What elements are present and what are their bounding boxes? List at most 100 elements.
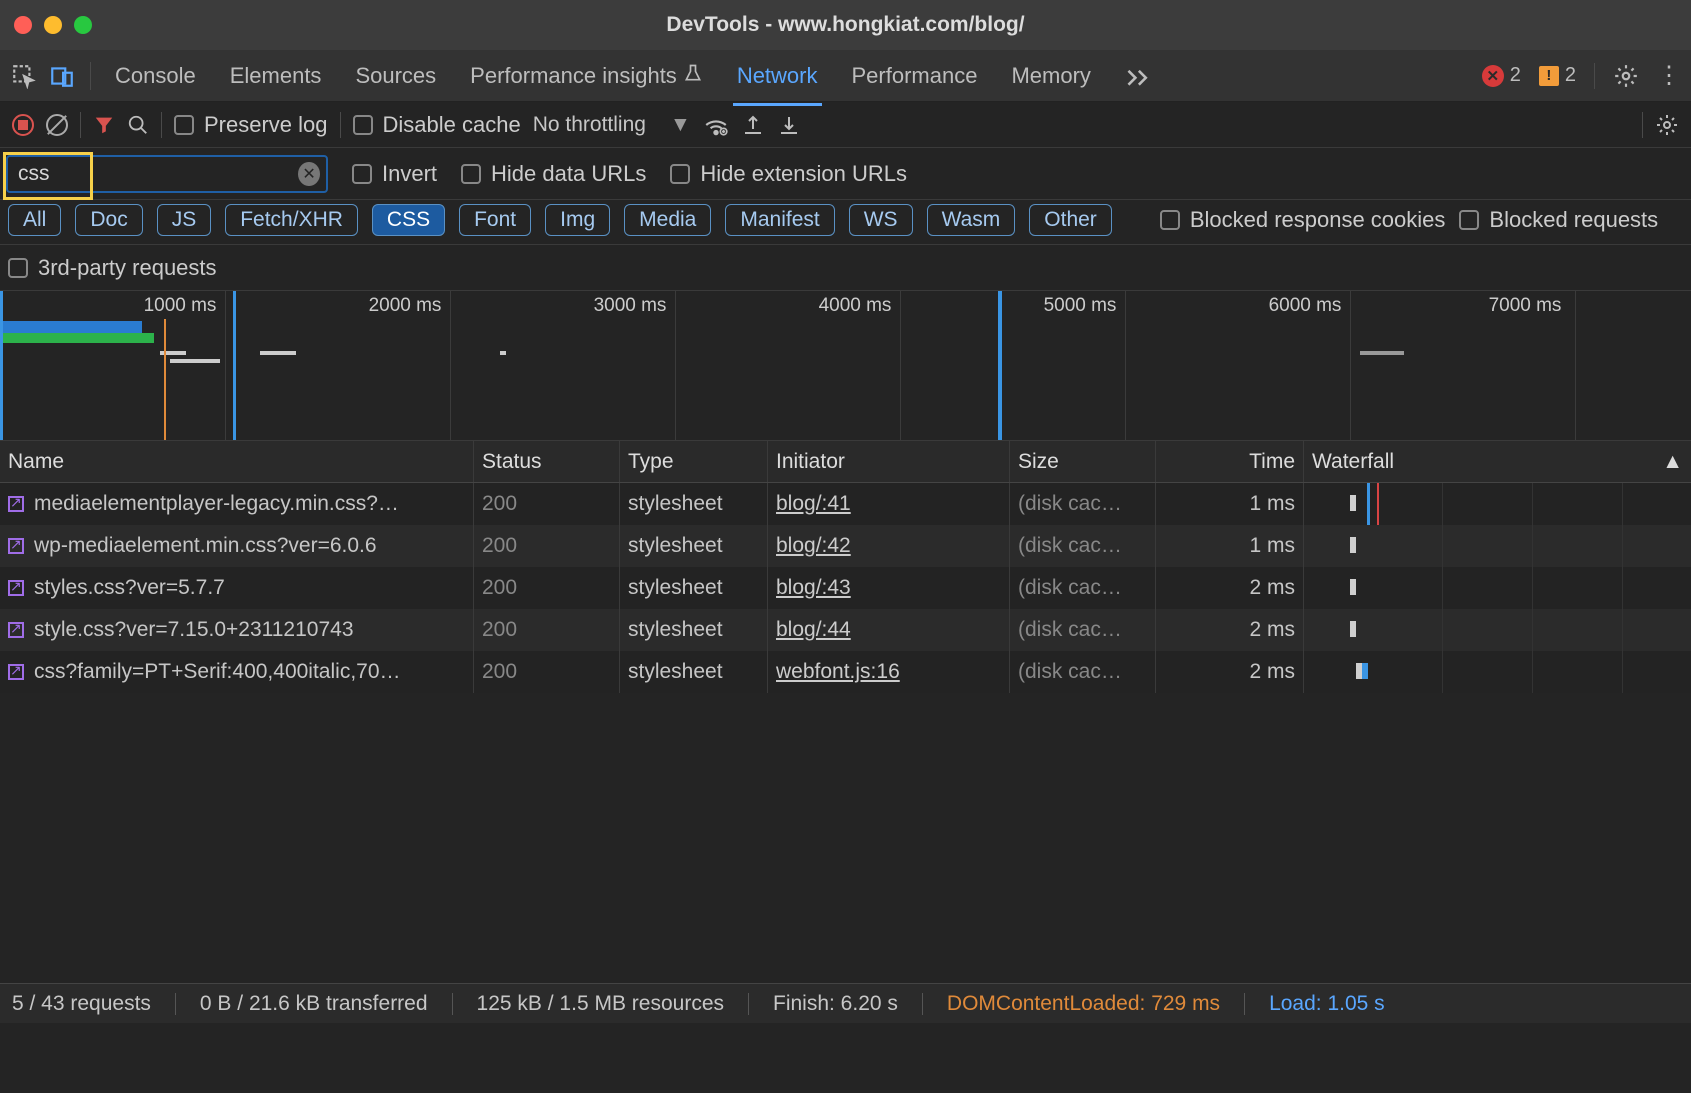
initiator-link[interactable]: blog/:42 bbox=[776, 534, 851, 558]
pill-css[interactable]: CSS bbox=[372, 204, 445, 236]
overview-segment bbox=[1360, 351, 1404, 355]
pill-fetch-xhr[interactable]: Fetch/XHR bbox=[225, 204, 358, 236]
warning-count[interactable]: ! 2 bbox=[1539, 64, 1576, 87]
separator bbox=[161, 112, 162, 138]
disable-cache-checkbox[interactable]: Disable cache bbox=[353, 112, 521, 138]
more-tabs-icon[interactable] bbox=[1121, 56, 1155, 96]
throttling-select[interactable]: No throttling ▼ bbox=[533, 113, 691, 137]
pill-ws[interactable]: WS bbox=[849, 204, 913, 236]
chevron-down-icon: ▼ bbox=[670, 113, 691, 137]
status-load: Load: 1.05 s bbox=[1269, 992, 1385, 1016]
import-har-icon[interactable] bbox=[777, 113, 801, 137]
pill-all[interactable]: All bbox=[8, 204, 61, 236]
overview-segment bbox=[170, 359, 220, 363]
separator bbox=[175, 993, 176, 1015]
network-conditions-icon[interactable] bbox=[703, 112, 729, 138]
waterfall-bar bbox=[1350, 495, 1356, 511]
table-row[interactable]: style.css?ver=7.15.0+2311210743 200 styl… bbox=[0, 609, 1691, 651]
beta-icon bbox=[683, 63, 703, 83]
filter-icon[interactable] bbox=[93, 114, 115, 136]
tab-console[interactable]: Console bbox=[111, 53, 200, 99]
filter-input[interactable] bbox=[8, 158, 298, 190]
tick-label: 5000 ms bbox=[1044, 295, 1117, 317]
col-header-time[interactable]: Time bbox=[1156, 441, 1304, 482]
network-toolbar: Preserve log Disable cache No throttling… bbox=[0, 102, 1691, 148]
col-header-name[interactable]: Name bbox=[0, 441, 474, 482]
separator bbox=[1642, 112, 1643, 138]
window-title: DevTools - www.hongkiat.com/blog/ bbox=[0, 13, 1691, 37]
overview-cursor bbox=[998, 291, 1002, 440]
status-bar: 5 / 43 requests 0 B / 21.6 kB transferre… bbox=[0, 983, 1691, 1023]
table-row[interactable]: mediaelementplayer-legacy.min.css?… 200 … bbox=[0, 483, 1691, 525]
filter-input-wrap: ✕ bbox=[6, 155, 328, 193]
invert-checkbox[interactable]: Invert bbox=[352, 161, 437, 187]
tab-performance[interactable]: Performance bbox=[848, 53, 982, 99]
separator bbox=[1244, 993, 1245, 1015]
record-button[interactable] bbox=[12, 114, 34, 136]
inspect-element-icon[interactable] bbox=[10, 62, 38, 90]
stylesheet-icon bbox=[8, 496, 24, 512]
pill-img[interactable]: Img bbox=[545, 204, 610, 236]
initiator-link[interactable]: blog/:41 bbox=[776, 492, 851, 516]
table-row[interactable]: wp-mediaelement.min.css?ver=6.0.6 200 st… bbox=[0, 525, 1691, 567]
initiator-link[interactable]: blog/:43 bbox=[776, 576, 851, 600]
status-finish: Finish: 6.20 s bbox=[773, 992, 898, 1016]
overview-bar bbox=[2, 333, 154, 343]
separator bbox=[922, 993, 923, 1015]
overview-start-line bbox=[0, 291, 3, 440]
tab-sources[interactable]: Sources bbox=[351, 53, 440, 99]
blocked-cookies-checkbox[interactable]: Blocked response cookies bbox=[1160, 207, 1446, 233]
pill-media[interactable]: Media bbox=[624, 204, 711, 236]
waterfall-load-line bbox=[1367, 483, 1370, 525]
pill-manifest[interactable]: Manifest bbox=[725, 204, 834, 236]
initiator-link[interactable]: webfont.js:16 bbox=[776, 660, 900, 684]
network-settings-icon[interactable] bbox=[1655, 113, 1679, 137]
clear-filter-icon[interactable]: ✕ bbox=[298, 162, 320, 186]
status-resources: 125 kB / 1.5 MB resources bbox=[477, 992, 724, 1016]
pill-doc[interactable]: Doc bbox=[75, 204, 142, 236]
timeline-overview[interactable]: 1000 ms 2000 ms 3000 ms 4000 ms 5000 ms … bbox=[0, 291, 1691, 441]
export-har-icon[interactable] bbox=[741, 113, 765, 137]
col-header-initiator[interactable]: Initiator bbox=[768, 441, 1010, 482]
tab-performance-insights[interactable]: Performance insights bbox=[466, 53, 707, 99]
col-header-waterfall[interactable]: Waterfall▲ bbox=[1304, 441, 1691, 482]
resource-type-filters: All Doc JS Fetch/XHR CSS Font Img Media … bbox=[0, 200, 1691, 245]
col-header-size[interactable]: Size bbox=[1010, 441, 1156, 482]
settings-icon[interactable] bbox=[1613, 63, 1639, 89]
hide-extension-urls-checkbox[interactable]: Hide extension URLs bbox=[670, 161, 907, 187]
initiator-link[interactable]: blog/:44 bbox=[776, 618, 851, 642]
third-party-checkbox[interactable]: 3rd-party requests bbox=[8, 255, 217, 281]
table-row[interactable]: styles.css?ver=5.7.7 200 stylesheet blog… bbox=[0, 567, 1691, 609]
requests-table: Name Status Type Initiator Size Time Wat… bbox=[0, 441, 1691, 983]
error-count[interactable]: ✕ 2 bbox=[1482, 64, 1521, 87]
pill-other[interactable]: Other bbox=[1029, 204, 1112, 236]
waterfall-bar bbox=[1350, 621, 1356, 637]
separator bbox=[80, 112, 81, 138]
tick-label: 1000 ms bbox=[144, 295, 217, 317]
status-domcontentloaded: DOMContentLoaded: 729 ms bbox=[947, 992, 1220, 1016]
waterfall-bar bbox=[1350, 537, 1356, 553]
clear-button[interactable] bbox=[46, 114, 68, 136]
tab-memory[interactable]: Memory bbox=[1007, 53, 1094, 99]
minimize-window-button[interactable] bbox=[44, 16, 62, 34]
maximize-window-button[interactable] bbox=[74, 16, 92, 34]
table-body: mediaelementplayer-legacy.min.css?… 200 … bbox=[0, 483, 1691, 983]
table-row[interactable]: css?family=PT+Serif:400,400italic,70… 20… bbox=[0, 651, 1691, 693]
customize-icon[interactable]: ⋮ bbox=[1657, 61, 1681, 90]
tab-network[interactable]: Network bbox=[733, 53, 822, 99]
preserve-log-checkbox[interactable]: Preserve log bbox=[174, 112, 328, 138]
hide-data-urls-checkbox[interactable]: Hide data URLs bbox=[461, 161, 646, 187]
search-icon[interactable] bbox=[127, 114, 149, 136]
col-header-status[interactable]: Status bbox=[474, 441, 620, 482]
tab-elements[interactable]: Elements bbox=[226, 53, 326, 99]
col-header-type[interactable]: Type bbox=[620, 441, 768, 482]
table-header: Name Status Type Initiator Size Time Wat… bbox=[0, 441, 1691, 483]
device-toolbar-icon[interactable] bbox=[48, 62, 76, 90]
overview-domcl-line bbox=[164, 319, 166, 440]
pill-js[interactable]: JS bbox=[157, 204, 212, 236]
close-window-button[interactable] bbox=[14, 16, 32, 34]
pill-wasm[interactable]: Wasm bbox=[927, 204, 1016, 236]
pill-font[interactable]: Font bbox=[459, 204, 531, 236]
overview-segment bbox=[260, 351, 296, 355]
blocked-requests-checkbox[interactable]: Blocked requests bbox=[1459, 207, 1658, 233]
